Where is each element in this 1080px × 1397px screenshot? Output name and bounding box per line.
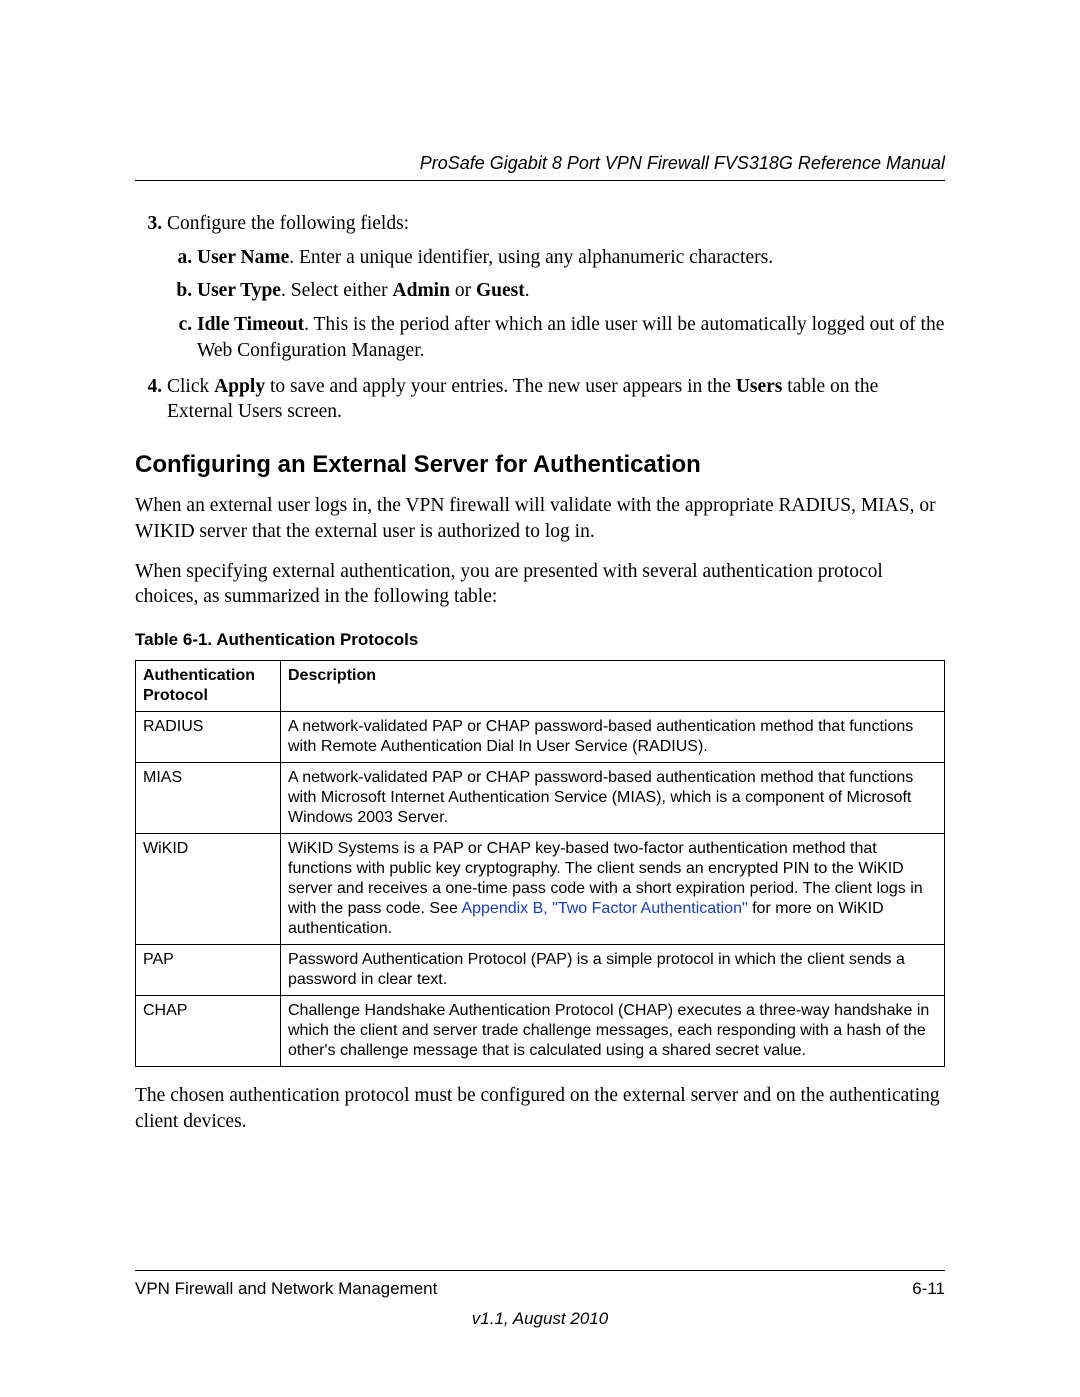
step-3b-label: User Type <box>197 280 281 301</box>
step-3c-label: Idle Timeout <box>197 314 304 335</box>
th-protocol: Authentication Protocol <box>136 661 281 712</box>
step-3b-admin: Admin <box>393 280 450 301</box>
step-3-sublist: User Name. Enter a unique identifier, us… <box>167 245 945 364</box>
cell-desc: Challenge Handshake Authentication Proto… <box>281 996 945 1067</box>
step-3b-end: . <box>525 280 530 301</box>
section-para-1: When an external user logs in, the VPN f… <box>135 493 945 544</box>
table-row: MIAS A network-validated PAP or CHAP pas… <box>136 763 945 834</box>
closing-para: The chosen authentication protocol must … <box>135 1083 945 1134</box>
step-3c-rest: . This is the period after which an idle… <box>197 314 944 361</box>
table-row: RADIUS A network-validated PAP or CHAP p… <box>136 712 945 763</box>
steps-list: Configure the following fields: User Nam… <box>135 211 945 425</box>
cell-name: MIAS <box>136 763 281 834</box>
th-description: Description <box>281 661 945 712</box>
step-4-users: Users <box>736 376 783 397</box>
table-row: PAP Password Authentication Protocol (PA… <box>136 945 945 996</box>
step-3b-mid: . Select either <box>281 280 393 301</box>
cell-desc: Password Authentication Protocol (PAP) i… <box>281 945 945 996</box>
step-3c: Idle Timeout. This is the period after w… <box>197 312 945 363</box>
cell-name: CHAP <box>136 996 281 1067</box>
page: ProSafe Gigabit 8 Port VPN Firewall FVS3… <box>0 0 1080 1397</box>
step-3b-guest: Guest <box>476 280 525 301</box>
step-3-text: Configure the following fields: <box>167 213 409 234</box>
step-4: Click Apply to save and apply your entri… <box>167 374 945 425</box>
appendix-link[interactable]: Appendix B, "Two Factor Authentication" <box>461 900 747 917</box>
footer-row: VPN Firewall and Network Management 6-11 <box>135 1279 945 1299</box>
cell-name: WiKID <box>136 834 281 945</box>
running-header: ProSafe Gigabit 8 Port VPN Firewall FVS3… <box>135 153 945 181</box>
footer-left: VPN Firewall and Network Management <box>135 1279 437 1299</box>
table-row: CHAP Challenge Handshake Authentication … <box>136 996 945 1067</box>
footer-right: 6-11 <box>912 1279 945 1299</box>
auth-protocols-table: Authentication Protocol Description RADI… <box>135 660 945 1067</box>
step-3a-label: User Name <box>197 247 289 268</box>
cell-desc: WiKID Systems is a PAP or CHAP key-based… <box>281 834 945 945</box>
step-3a-rest: . Enter a unique identifier, using any a… <box>289 247 773 268</box>
table-row: WiKID WiKID Systems is a PAP or CHAP key… <box>136 834 945 945</box>
footer-version: v1.1, August 2010 <box>135 1309 945 1329</box>
cell-name: RADIUS <box>136 712 281 763</box>
step-3: Configure the following fields: User Nam… <box>167 211 945 364</box>
section-para-2: When specifying external authentication,… <box>135 559 945 610</box>
cell-desc: A network-validated PAP or CHAP password… <box>281 712 945 763</box>
table-caption: Table 6-1. Authentication Protocols <box>135 630 945 650</box>
step-3a: User Name. Enter a unique identifier, us… <box>197 245 945 271</box>
step-3b: User Type. Select either Admin or Guest. <box>197 278 945 304</box>
page-footer: VPN Firewall and Network Management 6-11… <box>135 1270 945 1329</box>
footer-rule <box>135 1270 945 1271</box>
section-heading: Configuring an External Server for Authe… <box>135 451 945 479</box>
cell-name: PAP <box>136 945 281 996</box>
step-4-mid: to save and apply your entries. The new … <box>265 376 736 397</box>
step-4-apply: Apply <box>214 376 265 397</box>
step-4-pre: Click <box>167 376 214 397</box>
cell-desc: A network-validated PAP or CHAP password… <box>281 763 945 834</box>
step-3b-or: or <box>450 280 476 301</box>
table-header-row: Authentication Protocol Description <box>136 661 945 712</box>
